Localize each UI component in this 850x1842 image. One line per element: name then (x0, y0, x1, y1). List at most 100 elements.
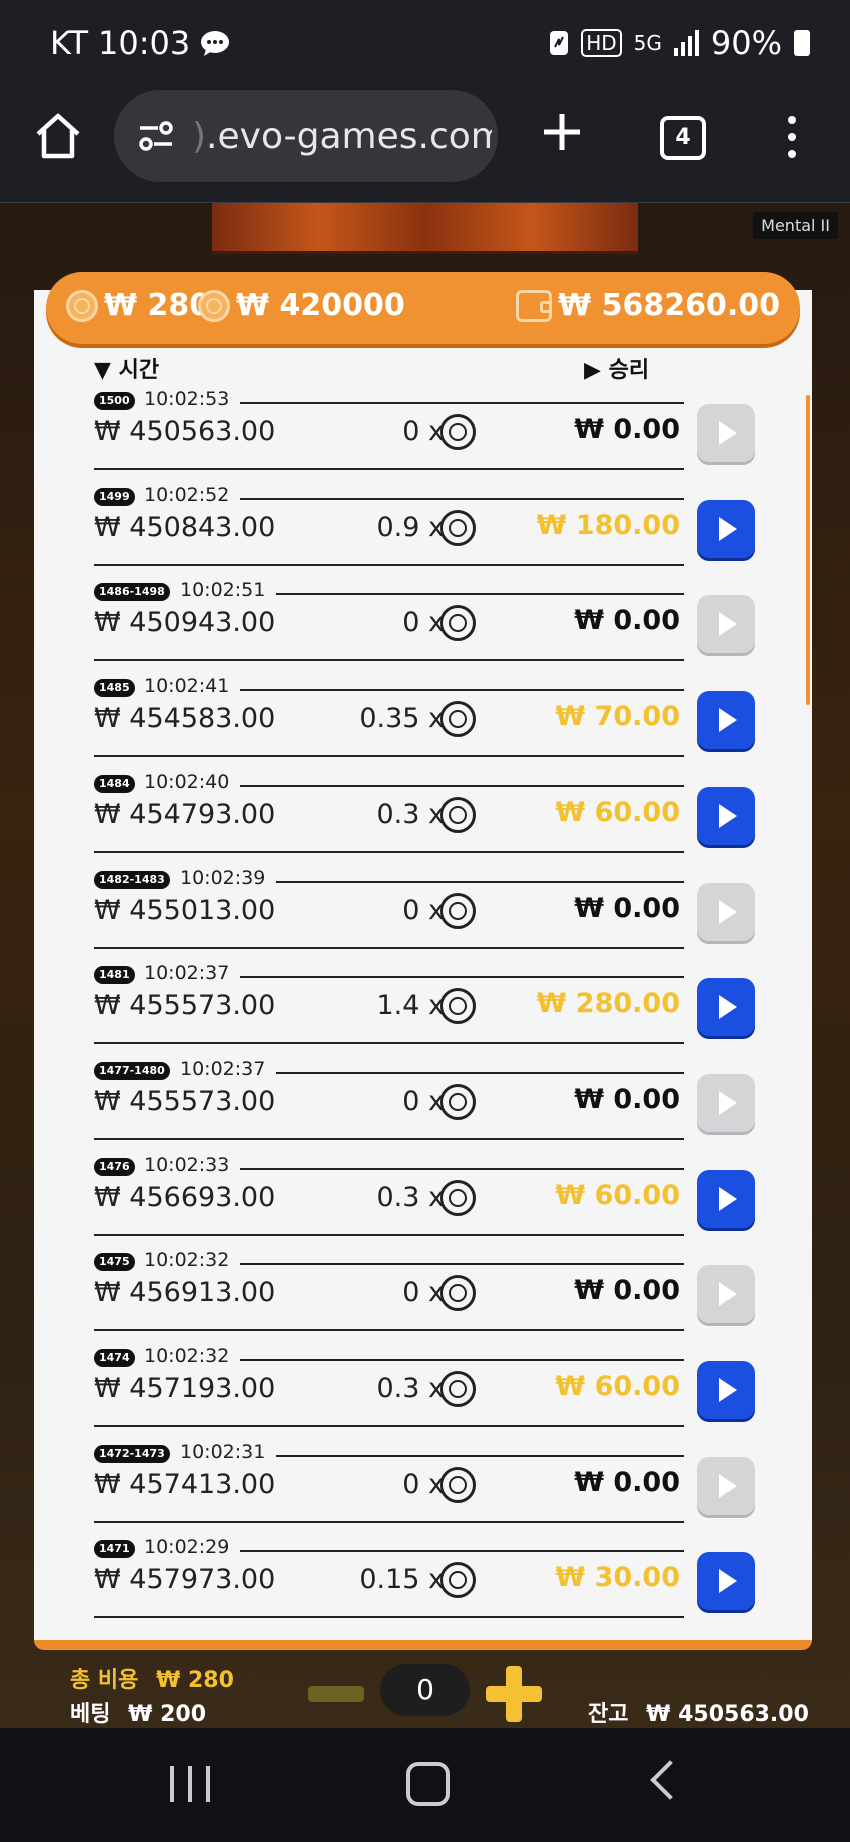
multiplier-value: 0.3 x (376, 1373, 445, 1404)
increase-bet-button[interactable] (486, 1666, 542, 1722)
system-nav-bar (0, 1728, 850, 1842)
history-row: 1482-1483 10:02:39 ₩ 455013.00 0 x ₩ 0.00 (0, 867, 850, 967)
round-time: 10:02:40 (144, 770, 230, 793)
game-sign-decoration (212, 203, 638, 254)
history-row: 1481 10:02:37 ₩ 455573.00 1.4 x ₩ 280.00 (0, 962, 850, 1062)
replay-button[interactable] (697, 786, 755, 845)
replay-button[interactable] (697, 1456, 755, 1515)
more-menu-icon[interactable] (782, 112, 802, 162)
bet-cost-display: ₩ 280 (66, 288, 210, 323)
round-time: 10:02:32 (144, 1345, 230, 1367)
total-cost-label: 총 비용 (70, 1668, 139, 1693)
row-underline (94, 946, 684, 949)
round-id-badge: 1476 (94, 1157, 135, 1176)
status-left: KT 10:03 (50, 24, 230, 62)
battery-icon (794, 30, 810, 56)
site-settings-icon[interactable] (136, 116, 176, 156)
multiplier-value: 0 x (402, 416, 444, 447)
replay-button[interactable] (697, 882, 755, 941)
row-divider (240, 1167, 684, 1170)
url-text[interactable]: ).evo-games.com (192, 116, 492, 157)
clock: 10:03 (98, 24, 191, 62)
round-balance: ₩ 450943.00 (94, 607, 276, 639)
replay-button[interactable] (697, 1265, 755, 1324)
home-icon[interactable] (32, 110, 84, 162)
multiplier-value: 0 x (402, 1468, 444, 1500)
total-cost-display: 총 비용 ₩ 280 (70, 1662, 234, 1694)
replay-button[interactable] (697, 499, 755, 558)
tab-switcher-button[interactable]: 4 (660, 116, 706, 160)
round-balance: ₩ 450843.00 (94, 511, 276, 543)
round-time: 10:02:37 (180, 1057, 266, 1080)
round-time: 10:02:41 (144, 675, 230, 698)
replay-button[interactable] (697, 404, 755, 462)
history-row: 1500 10:02:53 ₩ 450563.00 0 x ₩ 0.00 (0, 388, 850, 488)
round-id-badge: 1482-1483 (94, 870, 170, 889)
win-amount: ₩ 0.00 (574, 605, 680, 637)
bet-cost-value: ₩ 280 (104, 288, 211, 323)
win-amount: ₩ 180.00 (536, 509, 680, 541)
chip-icon (440, 1371, 476, 1407)
replay-button[interactable] (697, 1169, 755, 1228)
replay-button[interactable] (697, 1073, 755, 1132)
url-domain: .evo-games.com (206, 115, 492, 157)
chip-icon (440, 1083, 476, 1120)
nfc-icon (550, 31, 569, 55)
win-amount: ₩ 60.00 (555, 796, 680, 828)
chip-icon (440, 796, 476, 833)
round-id-badge: 1472-1473 (94, 1444, 170, 1463)
row-underline (94, 563, 684, 566)
pot-display: ₩ 420000 (198, 288, 405, 323)
round-id-badge: 1477-1480 (94, 1061, 170, 1080)
row-underline (94, 468, 684, 470)
history-row: 1485 10:02:41 ₩ 454583.00 0.35 x ₩ 70.00 (0, 675, 850, 775)
betting-label: 베팅 (70, 1702, 111, 1727)
chip-icon (440, 701, 476, 738)
chip-icon (440, 1179, 476, 1216)
history-row: 1474 10:02:32 ₩ 457193.00 0.3 x ₩ 60.00 (0, 1345, 850, 1445)
round-time: 10:02:31 (180, 1440, 266, 1463)
column-header-time[interactable]: ▼ 시간 (94, 352, 159, 384)
url-hidden-part: ) (192, 115, 207, 157)
round-balance: ₩ 457973.00 (94, 1564, 276, 1596)
round-balance: ₩ 457193.00 (94, 1373, 276, 1404)
decrease-bet-button[interactable] (308, 1686, 364, 1702)
row-divider (240, 689, 684, 692)
network-type-icon: 5G (633, 31, 662, 55)
row-divider (240, 1359, 684, 1361)
round-time: 10:02:53 (144, 388, 230, 410)
bet-controls: 총 비용 ₩ 280 베팅 ₩ 200 0 잔고 ₩ 450563.00 (0, 1650, 850, 1728)
round-time: 10:02:32 (144, 1249, 230, 1272)
replay-button[interactable] (697, 1361, 755, 1419)
multiplier-value: 0.3 x (376, 798, 445, 830)
row-divider (276, 880, 684, 883)
status-bar: KT 10:03 HD 5G 90% (0, 0, 850, 90)
home-nav-icon[interactable] (406, 1762, 450, 1806)
win-amount: ₩ 30.00 (555, 1562, 680, 1594)
replay-button[interactable] (697, 691, 755, 750)
history-row: 1472-1473 10:02:31 ₩ 457413.00 0 x ₩ 0.00 (0, 1441, 850, 1541)
address-bar[interactable]: ).evo-games.com (114, 90, 498, 182)
round-balance: ₩ 454793.00 (94, 798, 276, 830)
round-id-badge: 1484 (94, 774, 135, 793)
multiplier-value: 0.9 x (376, 511, 445, 543)
replay-button[interactable] (697, 1552, 755, 1611)
browser-toolbar: ).evo-games.com 4 (0, 90, 850, 203)
history-row: 1471 10:02:29 ₩ 457973.00 0.15 x ₩ 30.00 (0, 1536, 850, 1636)
column-header-win[interactable]: ▶ 승리 (584, 352, 649, 384)
recent-apps-icon[interactable] (170, 1766, 210, 1802)
new-tab-icon[interactable] (540, 110, 584, 154)
round-time: 10:02:37 (144, 962, 230, 985)
row-underline (94, 659, 684, 662)
row-underline (94, 1137, 684, 1140)
back-icon[interactable] (650, 1760, 690, 1800)
pot-value: ₩ 420000 (236, 288, 405, 323)
history-row: 1476 10:02:33 ₩ 456693.00 0.3 x ₩ 60.00 (0, 1154, 850, 1254)
chip-icon (440, 509, 476, 546)
round-balance: ₩ 455013.00 (94, 894, 276, 926)
replay-button[interactable] (697, 595, 755, 654)
row-underline (94, 1329, 684, 1332)
carrier-label: KT (50, 24, 89, 62)
row-divider (240, 1550, 684, 1553)
replay-button[interactable] (697, 978, 755, 1037)
